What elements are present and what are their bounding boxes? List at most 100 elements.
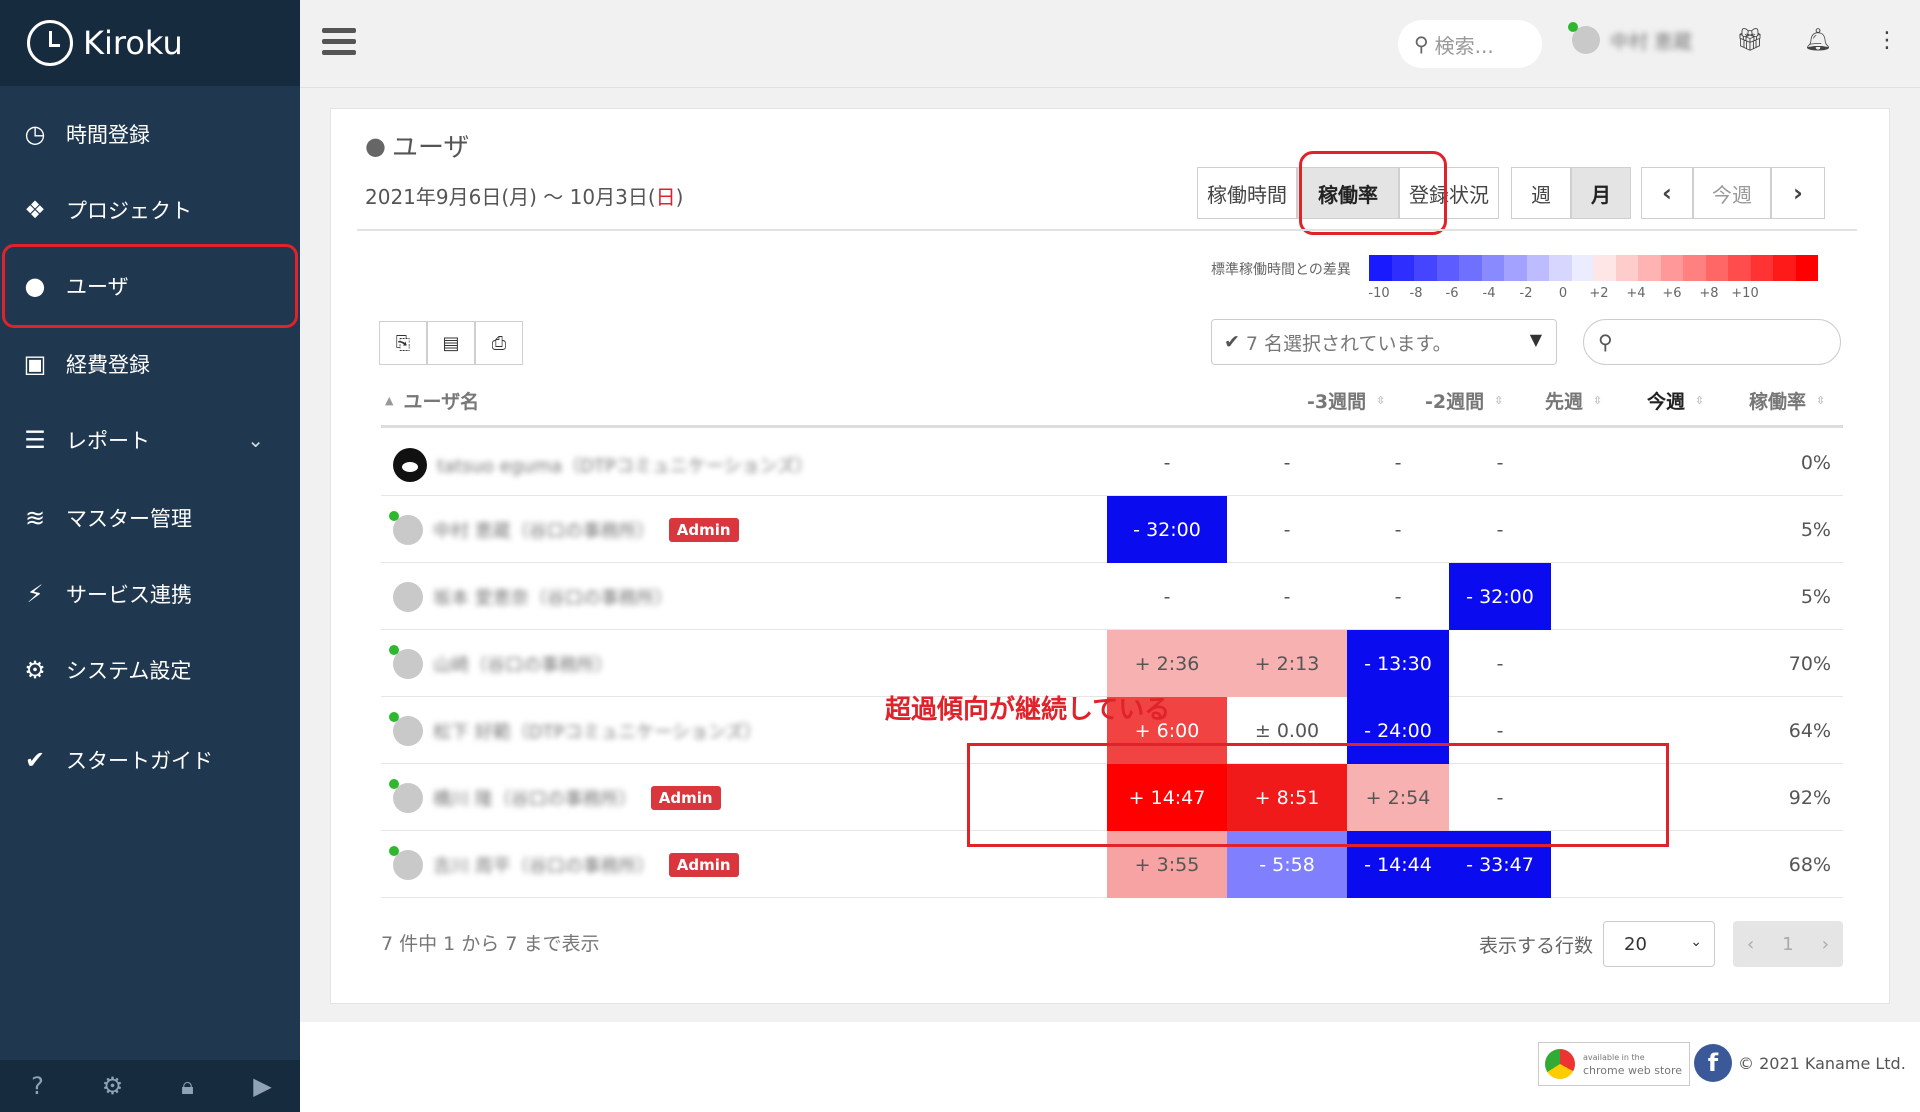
sidebar-item-start-guide[interactable]: ✔ スタートガイド [0, 730, 300, 790]
chevron-down-icon: ⌄ [247, 428, 264, 452]
copy-button[interactable]: ⎘ [379, 321, 427, 365]
current-page[interactable]: 1 [1782, 934, 1793, 955]
user-cell[interactable]: tatsuo eguma（DTPコミュニケーションズ） [393, 448, 813, 482]
column-header-utilization[interactable]: 稼働率 ⇳ [1749, 387, 1825, 414]
bell-icon[interactable]: 🔔︎ [1804, 28, 1832, 53]
column-header-label: 稼働率 [1749, 391, 1807, 413]
legend-swatch-blue [1391, 255, 1414, 281]
table-row[interactable]: - 32:00 - - - 5% 中村 恵蔵（谷口の事務所） Admin [381, 496, 1843, 563]
gift-icon[interactable]: 🎁︎ [1736, 28, 1764, 53]
pagination: ‹ 1 › [1733, 921, 1843, 967]
rows-per-page-select[interactable]: 20 ⌄ [1603, 921, 1715, 967]
legend-label: 標準稼働時間との差異 [1211, 262, 1351, 278]
search-icon: ⚲ [1414, 32, 1429, 56]
help-icon[interactable]: ? [18, 1072, 58, 1100]
online-indicator [1568, 22, 1578, 32]
next-period-button[interactable]: › [1771, 167, 1825, 219]
brand[interactable]: Kiroku [0, 0, 300, 86]
legend-swatch-red [1795, 255, 1818, 281]
user-cell[interactable]: 坂本 愛恵奈（谷口の事務所） [393, 582, 673, 612]
sidebar-item-label: レポート [66, 429, 150, 453]
prev-page-icon[interactable]: ‹ [1747, 934, 1754, 955]
user-icon: ● [365, 131, 386, 160]
this-week-button[interactable]: 今週 [1693, 167, 1771, 219]
print-button[interactable]: ⎙ [475, 321, 523, 365]
admin-badge: Admin [650, 786, 721, 810]
user-name[interactable]: 中村 恵蔵（谷口の事務所） [433, 517, 655, 543]
table-row[interactable]: - - - - 32:00 5% 坂本 愛恵奈（谷口の事務所） [381, 563, 1843, 630]
legend-red-scale [1593, 255, 1818, 281]
user-cell[interactable]: 山崎（谷口の事務所） [389, 645, 613, 679]
cell-2-weeks-ago: - [1283, 518, 1291, 541]
user-cell[interactable]: 吉川 周平（谷口の事務所） Admin [389, 846, 739, 880]
active-tab-highlight [1299, 151, 1447, 235]
table-filter-input[interactable]: ⚲ [1583, 319, 1841, 365]
legend-swatch-red [1750, 255, 1773, 281]
user-name[interactable]: 山崎（谷口の事務所） [433, 651, 613, 677]
rows-per-page-label: 表示する行数 [1479, 935, 1594, 957]
legend-tick: +2 [1589, 286, 1609, 301]
prev-period-button[interactable]: ‹ [1641, 167, 1693, 219]
plug-icon: ⚡ [26, 580, 44, 608]
user-name[interactable]: tatsuo eguma（DTPコミュニケーションズ） [437, 452, 813, 478]
sidebar-item-master[interactable]: ≋ マスター管理 [0, 488, 300, 548]
user-menu[interactable]: 中村 恵蔵 [1568, 22, 1692, 54]
sidebar-item-time-entry[interactable]: ◷ 時間登録 [0, 104, 300, 164]
column-header-last-week[interactable]: 先週 ⇳ [1545, 387, 1602, 414]
legend-swatch-blue [1571, 255, 1594, 281]
play-icon[interactable]: ▶ [243, 1072, 283, 1100]
check-icon: ✔ [1224, 331, 1240, 353]
more-vertical-icon[interactable]: ⋮ [1876, 28, 1898, 53]
user-select-value: 7 名選択されています。 [1245, 332, 1452, 355]
legend-swatch-red [1773, 255, 1796, 281]
check-icon: ✔ [24, 746, 46, 774]
sidebar-item-projects[interactable]: ❖ プロジェクト [0, 180, 300, 240]
user-name[interactable]: 橋川 隆（谷口の事務所） [433, 785, 637, 811]
cell-this-week: - 32:00 [1449, 563, 1551, 630]
facebook-icon[interactable]: f [1694, 1044, 1732, 1082]
hamburger-menu-icon[interactable] [322, 28, 356, 56]
cell-utilization: 70% [1788, 652, 1831, 675]
sidebar-item-label: スタートガイド [66, 749, 213, 773]
page-title: ● ユーザ [365, 127, 469, 164]
column-header-this-week[interactable]: 今週 ⇳ [1647, 387, 1704, 414]
user-cell[interactable]: 中村 恵蔵（谷口の事務所） Admin [389, 511, 739, 545]
legend-swatch-red [1615, 255, 1638, 281]
legend-tick: 0 [1558, 286, 1568, 301]
column-header-3-weeks-ago[interactable]: -3週間 ⇳ [1307, 387, 1385, 414]
tab-week[interactable]: 週 [1511, 167, 1571, 219]
user-name[interactable]: 坂本 愛恵奈（谷口の事務所） [433, 584, 673, 610]
avatar [389, 511, 423, 545]
sidebar-item-expenses[interactable]: ▣ 経費登録 [0, 334, 300, 394]
search-placeholder: 検索... [1434, 33, 1494, 58]
column-header-label: -3週間 [1307, 391, 1367, 413]
sidebar-item-system-settings[interactable]: ⚙ システム設定 [0, 640, 300, 700]
tab-work-hours[interactable]: 稼働時間 [1197, 167, 1297, 219]
legend-tick: -8 [1409, 286, 1423, 301]
user-panel: ● ユーザ 2021年9月6日(月) ～ 10月3日(日) 稼働時間 稼働率 登… [330, 108, 1890, 1004]
user-name[interactable]: 松下 好範（DTPコミュニケーションズ） [433, 718, 762, 744]
lock-icon[interactable]: 🔒︎ [168, 1072, 208, 1100]
user-select-dropdown[interactable]: ✔ 7 名選択されています。 ▼ [1211, 319, 1557, 365]
next-page-icon[interactable]: › [1822, 934, 1829, 955]
cell-this-week: - [1496, 652, 1504, 675]
csv-export-button[interactable]: ▤ [427, 321, 475, 365]
avatar [389, 645, 423, 679]
table-row[interactable]: - - - - 0% tatsuo eguma（DTPコミュニケーションズ） [381, 429, 1843, 496]
tab-month[interactable]: 月 [1571, 167, 1631, 219]
search-icon: ⚲ [1598, 330, 1613, 354]
user-name[interactable]: 吉川 周平（谷口の事務所） [433, 852, 655, 878]
gear-icon[interactable]: ⚙ [93, 1072, 133, 1100]
column-header-2-weeks-ago[interactable]: -2週間 ⇳ [1425, 387, 1503, 414]
legend-swatch-red [1638, 255, 1661, 281]
table-row[interactable]: + 2:36 + 2:13- 13:30 - 70% 山崎（谷口の事務所） [381, 630, 1843, 697]
chrome-web-store-badge[interactable]: available in the chrome web store [1538, 1042, 1690, 1086]
user-cell[interactable]: 松下 好範（DTPコミュニケーションズ） [389, 712, 762, 746]
user-cell[interactable]: 橋川 隆（谷口の事務所） Admin [389, 779, 721, 813]
search-input[interactable]: ⚲ 検索... [1398, 20, 1542, 68]
sidebar-item-integrations[interactable]: ⚡ サービス連携 [0, 564, 300, 624]
sort-icon: ⇳ [1494, 394, 1504, 407]
column-header-user[interactable]: ▲ ユーザ名 [385, 387, 479, 414]
sidebar-item-reports[interactable]: ☰ レポート ⌄ [0, 410, 300, 470]
cell-3-weeks-ago: + 2:36 [1107, 630, 1227, 697]
